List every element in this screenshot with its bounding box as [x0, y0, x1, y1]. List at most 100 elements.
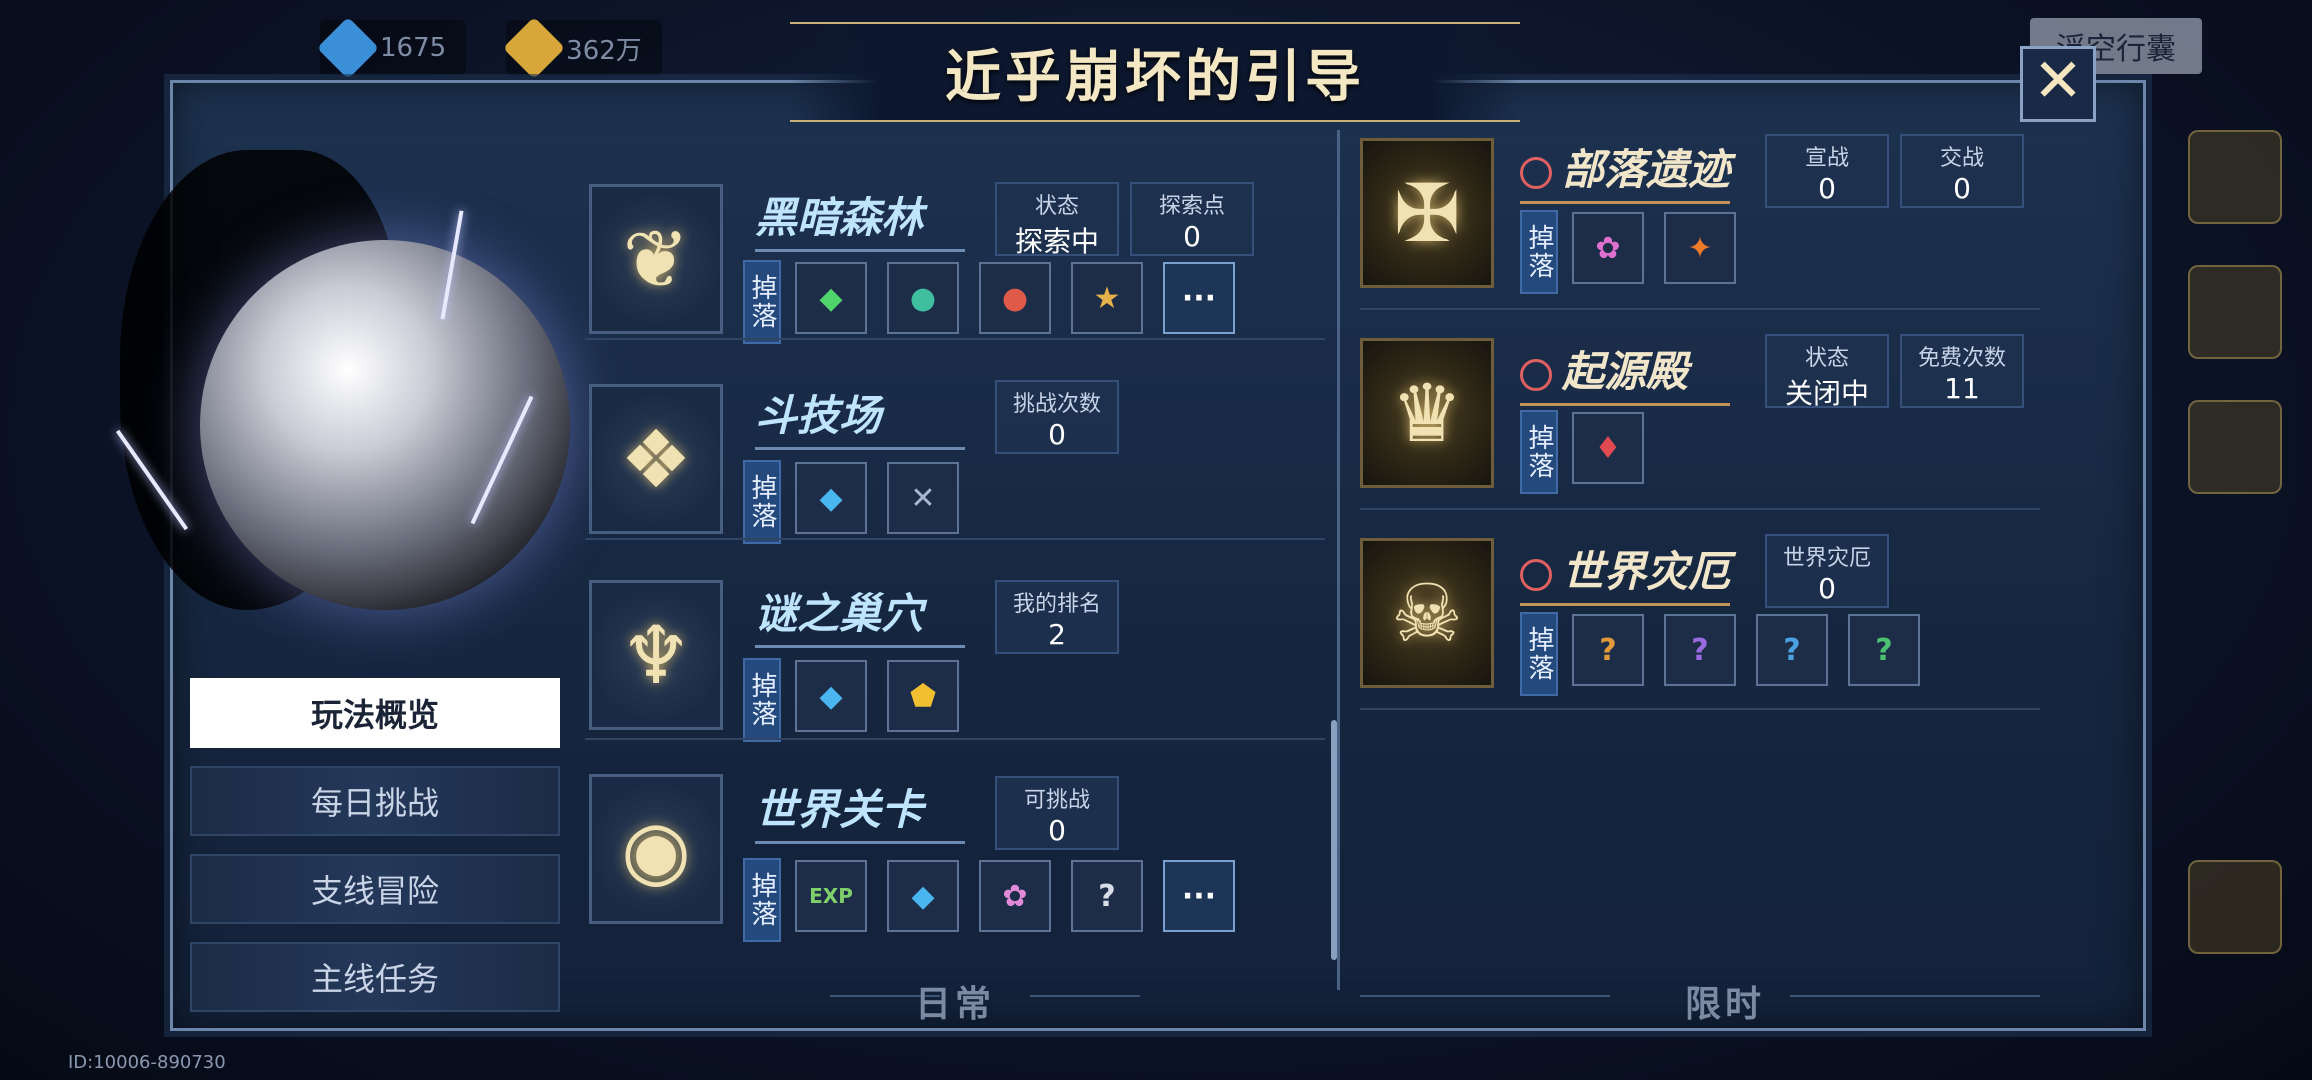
- blue-unknown-icon[interactable]: ?: [1756, 614, 1828, 686]
- daily-column: ❦ 黑暗森林 状态 探索中 探索点 0 掉落 ◆ ● ● ★ ··· ❖ 斗技场 挑…: [585, 120, 1325, 980]
- blue-gem-count: 1675: [380, 33, 447, 63]
- gold-star-badge-icon[interactable]: ★: [1071, 262, 1143, 334]
- side-event-icon[interactable]: [2188, 860, 2282, 954]
- gold-gem-icon: [503, 16, 566, 80]
- limited-column: ✠ 部落遗迹 宣战 0 交战 0 掉落 ✿ ✦ ♛ 起源殿 状态 关闭中 免费次数 11…: [1360, 120, 2040, 980]
- close-button[interactable]: ✕: [2020, 46, 2096, 122]
- activity-title: 谜之巢穴: [755, 580, 965, 648]
- gold-pentagon-icon[interactable]: ⬟: [887, 660, 959, 732]
- column-divider: [1337, 130, 1340, 990]
- drop-items: EXP ◆ ✿ ? ···: [795, 860, 1235, 932]
- resource-bar: 1675 362万: [316, 16, 662, 80]
- drop-label: 掉落: [743, 658, 781, 742]
- drop-items: ◆ ⬟: [795, 660, 959, 732]
- origin-temple-emblem-icon: ♛: [1360, 338, 1494, 488]
- close-icon: ✕: [2032, 46, 2084, 116]
- row-divider: [1360, 708, 2040, 710]
- status-stat: 状态 探索中: [995, 182, 1119, 258]
- activity-title: 斗技场: [755, 382, 965, 450]
- blue-diamond-icon[interactable]: ◆: [795, 660, 867, 732]
- explore-points-stat: 探索点 0: [1130, 182, 1254, 256]
- drop-items: ♦: [1572, 412, 1644, 484]
- fire-wing-icon[interactable]: ✦: [1664, 212, 1736, 284]
- drop-label: 掉落: [1520, 410, 1558, 494]
- row-divider: [1360, 308, 2040, 310]
- crossed-swords-icon[interactable]: ✕: [887, 462, 959, 534]
- challenge-count-stat: 挑战次数 0: [995, 380, 1119, 454]
- status-stat: 状态 关闭中: [1765, 334, 1889, 410]
- page-title: 近乎崩坏的引导: [945, 44, 1365, 110]
- gold-gem-count: 362万: [566, 35, 642, 66]
- red-crystal-icon[interactable]: ♦: [1572, 412, 1644, 484]
- gold-gem-resource[interactable]: 362万: [503, 16, 662, 80]
- menu-item-side-adventure[interactable]: 支线冒险: [190, 854, 560, 924]
- teal-orb-icon[interactable]: ●: [887, 262, 959, 334]
- mystery-lair-emblem-icon: ♆: [589, 580, 723, 730]
- activity-row-world-stage[interactable]: ◉ 世界关卡 可挑战 0 掉落 EXP ◆ ✿ ? ···: [585, 740, 1325, 960]
- blue-gem-resource[interactable]: 1675: [316, 16, 467, 80]
- drop-items: ? ? ? ?: [1572, 614, 1920, 686]
- arena-emblem-icon: ❖: [589, 384, 723, 534]
- drop-items: ✿ ✦: [1572, 212, 1736, 284]
- menu-item-overview[interactable]: 玩法概览: [190, 678, 560, 748]
- side-event-icon[interactable]: [2188, 130, 2282, 224]
- timer-icon: [1520, 558, 1552, 591]
- activity-row-mystery-lair[interactable]: ♆ 谜之巢穴 我的排名 2 掉落 ◆ ⬟: [585, 540, 1325, 742]
- blue-diamond-icon[interactable]: ◆: [887, 860, 959, 932]
- row-divider: [1360, 508, 2040, 510]
- activity-title: 起源殿: [1520, 338, 1730, 406]
- activity-title: 黑暗森林: [755, 184, 965, 252]
- red-orb-icon[interactable]: ●: [979, 262, 1051, 334]
- free-attempts-stat: 免费次数 11: [1900, 334, 2024, 408]
- orange-unknown-icon[interactable]: ?: [1572, 614, 1644, 686]
- limited-footer-line: [1360, 995, 1610, 997]
- drop-label: 掉落: [743, 460, 781, 544]
- orb-icon: [200, 240, 570, 610]
- daily-footer-line: [1030, 995, 1140, 997]
- limited-footer-label: 限时: [1685, 984, 1766, 1025]
- pink-flower-icon[interactable]: ✿: [979, 860, 1051, 932]
- drop-label: 掉落: [743, 858, 781, 942]
- blue-diamond-icon[interactable]: ◆: [795, 462, 867, 534]
- unknown-item-icon[interactable]: ?: [1071, 860, 1143, 932]
- declare-war-stat: 宣战 0: [1765, 134, 1889, 208]
- drop-items: ◆ ● ● ★ ···: [795, 262, 1235, 334]
- more-icon[interactable]: ···: [1163, 860, 1235, 932]
- activity-title: 部落遗迹: [1520, 136, 1731, 204]
- limited-footer-line: [1790, 995, 2040, 997]
- my-rank-stat: 我的排名 2: [995, 580, 1119, 654]
- activity-row-arena[interactable]: ❖ 斗技场 挑战次数 0 掉落 ◆ ✕: [585, 340, 1325, 544]
- daily-footer-label: 日常: [915, 984, 996, 1025]
- exp-icon[interactable]: EXP: [795, 860, 867, 932]
- battle-stat: 交战 0: [1900, 134, 2024, 208]
- world-calamity-emblem-icon: ☠: [1360, 538, 1494, 688]
- scrollbar[interactable]: [1331, 720, 1337, 960]
- dark-forest-emblem-icon: ❦: [589, 184, 723, 334]
- side-event-icon[interactable]: [2188, 265, 2282, 359]
- title-banner: 近乎崩坏的引导: [790, 22, 1520, 122]
- more-icon[interactable]: ···: [1163, 262, 1235, 334]
- activity-row-tribal-ruins[interactable]: ✠ 部落遗迹 宣战 0 交战 0 掉落 ✿ ✦: [1360, 120, 2040, 320]
- purple-unknown-icon[interactable]: ?: [1664, 614, 1736, 686]
- drop-label: 掉落: [1520, 612, 1558, 696]
- menu-item-daily-challenge[interactable]: 每日挑战: [190, 766, 560, 836]
- timer-icon: [1520, 358, 1552, 391]
- player-id: ID:10006-890730: [68, 1052, 226, 1073]
- menu-item-main-quest[interactable]: 主线任务: [190, 942, 560, 1012]
- available-stat: 可挑战 0: [995, 776, 1119, 850]
- side-event-icon[interactable]: [2188, 400, 2282, 494]
- drop-items: ◆ ✕: [795, 462, 959, 534]
- world-stage-emblem-icon: ◉: [589, 774, 723, 924]
- activity-row-world-calamity[interactable]: ☠ 世界灾厄 世界灾厄 0 掉落 ? ? ? ?: [1360, 520, 2040, 720]
- drop-label: 掉落: [743, 260, 781, 344]
- drop-label: 掉落: [1520, 210, 1558, 294]
- activity-row-dark-forest[interactable]: ❦ 黑暗森林 状态 探索中 探索点 0 掉落 ◆ ● ● ★ ···: [585, 120, 1325, 344]
- pink-rose-icon[interactable]: ✿: [1572, 212, 1644, 284]
- green-crystal-icon[interactable]: ◆: [795, 262, 867, 334]
- broken-orb-illustration: [30, 90, 590, 650]
- green-unknown-icon[interactable]: ?: [1848, 614, 1920, 686]
- activity-row-origin-temple[interactable]: ♛ 起源殿 状态 关闭中 免费次数 11 掉落 ♦: [1360, 320, 2040, 520]
- blue-gem-icon: [316, 16, 380, 80]
- timer-icon: [1520, 156, 1552, 189]
- activity-title: 世界灾厄: [1520, 538, 1731, 606]
